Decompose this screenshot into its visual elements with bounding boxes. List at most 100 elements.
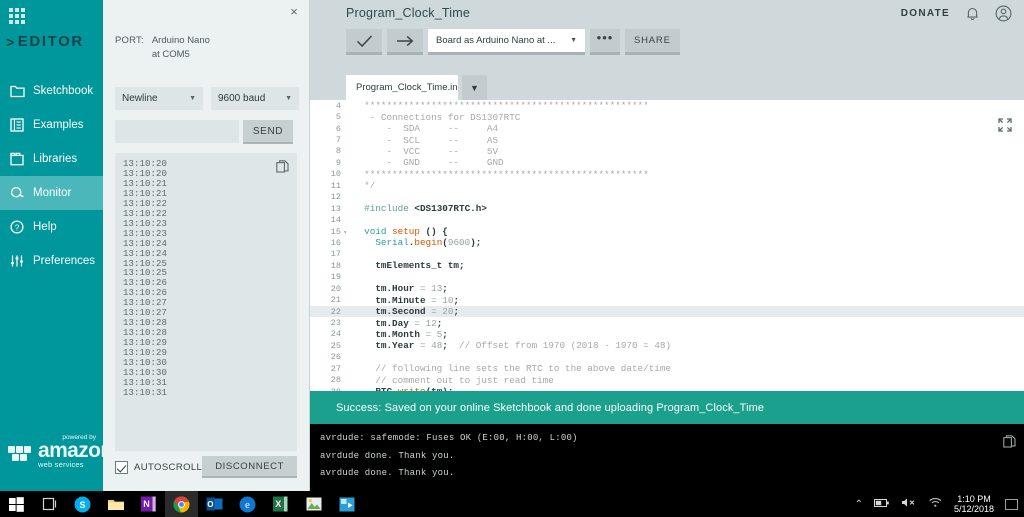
line-number: 21 bbox=[310, 295, 348, 305]
code-line[interactable]: 8 - VCC -- 5V bbox=[310, 146, 1024, 157]
copy-icon[interactable] bbox=[276, 160, 289, 173]
board-selector-value: Board as Arduino Nano at ... bbox=[436, 35, 555, 46]
start-button[interactable] bbox=[0, 491, 33, 517]
excel-button[interactable]: X bbox=[264, 491, 297, 517]
code-line[interactable]: 24 tm.Month = 5; bbox=[310, 329, 1024, 340]
board-selector[interactable]: Board as Arduino Nano at ... ▼ bbox=[428, 29, 585, 55]
serial-send-input[interactable] bbox=[115, 120, 239, 143]
code-line[interactable]: 15▾ void setup () { bbox=[310, 226, 1024, 237]
line-number: 28 bbox=[310, 375, 348, 385]
sidebar-item-help[interactable]: ? Help bbox=[0, 210, 103, 244]
code-line[interactable]: 5 - Connections for DS1307RTC bbox=[310, 111, 1024, 122]
media-player-icon bbox=[339, 497, 355, 512]
show-desktop-button[interactable] bbox=[1005, 499, 1018, 510]
code-line[interactable]: 9 - GND -- GND bbox=[310, 157, 1024, 168]
code-line[interactable]: 6 - SDA -- A4 bbox=[310, 123, 1024, 134]
sidebar-item-monitor[interactable]: Monitor bbox=[0, 176, 103, 210]
tray-chevron-up-icon[interactable]: ⌃ bbox=[855, 499, 863, 510]
autoscroll-checkbox[interactable]: AUTOSCROLL bbox=[115, 461, 202, 474]
sidebar-item-libraries[interactable]: Libraries bbox=[0, 142, 103, 176]
code-line[interactable]: 28 // comment out to just read time bbox=[310, 375, 1024, 386]
svg-text:O: O bbox=[207, 500, 213, 509]
sidebar-item-sketchbook[interactable]: Sketchbook bbox=[0, 74, 103, 108]
apps-grid-icon[interactable] bbox=[7, 6, 27, 26]
outlook-icon: O bbox=[206, 497, 223, 511]
verify-button[interactable] bbox=[346, 29, 382, 55]
serial-output-log[interactable]: 13:10:2013:10:2013:10:2113:10:2113:10:22… bbox=[115, 153, 297, 451]
disconnect-button[interactable]: DISCONNECT bbox=[202, 456, 297, 478]
code-line[interactable]: 26 bbox=[310, 352, 1024, 363]
console-output[interactable]: avrdude: safemode: Fuses OK (E:00, H:00,… bbox=[310, 424, 1024, 491]
photos-button[interactable] bbox=[297, 491, 330, 517]
code-line[interactable]: 16 Serial.begin(9600); bbox=[310, 237, 1024, 248]
skype-button[interactable]: S bbox=[66, 491, 99, 517]
sidebar-item-label: Libraries bbox=[33, 153, 77, 165]
task-view-button[interactable] bbox=[33, 491, 66, 517]
chevron-down-icon: ▼ bbox=[189, 95, 196, 102]
clock-date: 5/12/2018 bbox=[954, 504, 994, 514]
code-line[interactable]: 4 **************************************… bbox=[310, 100, 1024, 111]
code-line[interactable]: 13 #include <DS1307RTC.h> bbox=[310, 203, 1024, 214]
code-line[interactable]: 10 *************************************… bbox=[310, 169, 1024, 180]
code-line[interactable]: 23 tm.Day = 12; bbox=[310, 317, 1024, 328]
upload-button[interactable] bbox=[387, 29, 423, 55]
more-options-button[interactable]: ••• bbox=[590, 29, 620, 55]
code-editor[interactable]: 4 **************************************… bbox=[310, 100, 1024, 391]
sidebar-item-examples[interactable]: Examples bbox=[0, 108, 103, 142]
screen: > EDITOR Sketchbook Examples Librarie bbox=[0, 0, 1024, 517]
file-tabs: Program_Clock_Time.ino ▼ bbox=[346, 75, 487, 100]
baud-rate-select[interactable]: 9600 baud ▼ bbox=[211, 87, 299, 110]
onenote-button[interactable]: N bbox=[132, 491, 165, 517]
tab-sketch-file[interactable]: Program_Clock_Time.ino bbox=[346, 75, 458, 100]
user-avatar-icon[interactable] bbox=[995, 5, 1012, 22]
code-line[interactable]: 22 tm.Second = 20; bbox=[310, 306, 1024, 317]
autoscroll-label: AUTOSCROLL bbox=[134, 462, 202, 473]
windows-logo-icon bbox=[9, 497, 24, 512]
wifi-icon[interactable] bbox=[928, 497, 943, 511]
file-explorer-button[interactable] bbox=[99, 491, 132, 517]
send-button[interactable]: SEND bbox=[243, 120, 293, 144]
line-number: 10 bbox=[310, 169, 348, 179]
media-button[interactable] bbox=[330, 491, 363, 517]
code-line[interactable]: 14 bbox=[310, 214, 1024, 225]
line-ending-select[interactable]: Newline ▼ bbox=[115, 87, 203, 110]
outlook-button[interactable]: O bbox=[198, 491, 231, 517]
taskbar-clock[interactable]: 1:10 PM 5/12/2018 bbox=[954, 494, 994, 514]
folder-icon bbox=[8, 82, 26, 100]
sidebar-item-preferences[interactable]: Preferences bbox=[0, 244, 103, 278]
code-line[interactable]: 27 // following line sets the RTC to the… bbox=[310, 363, 1024, 374]
code-line[interactable]: 20 tm.Hour = 13; bbox=[310, 283, 1024, 294]
code-text: - GND -- GND bbox=[348, 157, 504, 168]
code-text: tmElements_t tm; bbox=[348, 260, 465, 271]
svg-text:S: S bbox=[79, 500, 85, 510]
code-line[interactable]: 25 tm.Year = 48; // Offset from 1970 (20… bbox=[310, 340, 1024, 351]
close-icon[interactable]: × bbox=[287, 5, 301, 19]
code-line[interactable]: 12 bbox=[310, 192, 1024, 203]
code-line[interactable]: 21 tm.Minute = 10; bbox=[310, 294, 1024, 305]
battery-icon[interactable] bbox=[874, 498, 890, 511]
line-number: 6 bbox=[310, 124, 348, 134]
sidebar-item-label: Preferences bbox=[33, 255, 95, 267]
chevron-right-icon: > bbox=[6, 34, 16, 50]
edge-button[interactable]: e bbox=[231, 491, 264, 517]
chrome-button[interactable] bbox=[165, 491, 198, 517]
code-line[interactable]: 17 bbox=[310, 249, 1024, 260]
sidebar-item-label: Examples bbox=[33, 119, 84, 131]
code-line[interactable]: 11 */ bbox=[310, 180, 1024, 191]
volume-muted-icon[interactable] bbox=[901, 497, 917, 511]
svg-text:X: X bbox=[275, 499, 281, 509]
log-line: 13:10:31 bbox=[123, 389, 289, 399]
code-line[interactable]: 18 tmElements_t tm; bbox=[310, 260, 1024, 271]
tabs-dropdown-button[interactable]: ▼ bbox=[462, 75, 487, 100]
code-text: Serial.begin(9600); bbox=[348, 237, 481, 248]
bell-icon[interactable] bbox=[964, 5, 981, 22]
share-button[interactable]: SHARE bbox=[625, 29, 680, 55]
copy-icon[interactable] bbox=[1003, 435, 1016, 448]
code-line[interactable]: 7 - SCL -- A5 bbox=[310, 134, 1024, 145]
donate-button[interactable]: DONATE bbox=[901, 8, 950, 19]
code-text: - SDA -- A4 bbox=[348, 123, 498, 134]
fold-marker-icon[interactable]: ▾ bbox=[343, 229, 347, 236]
svg-text:?: ? bbox=[15, 223, 20, 232]
code-line[interactable]: 19 bbox=[310, 272, 1024, 283]
baud-rate-value: 9600 baud bbox=[218, 93, 265, 104]
